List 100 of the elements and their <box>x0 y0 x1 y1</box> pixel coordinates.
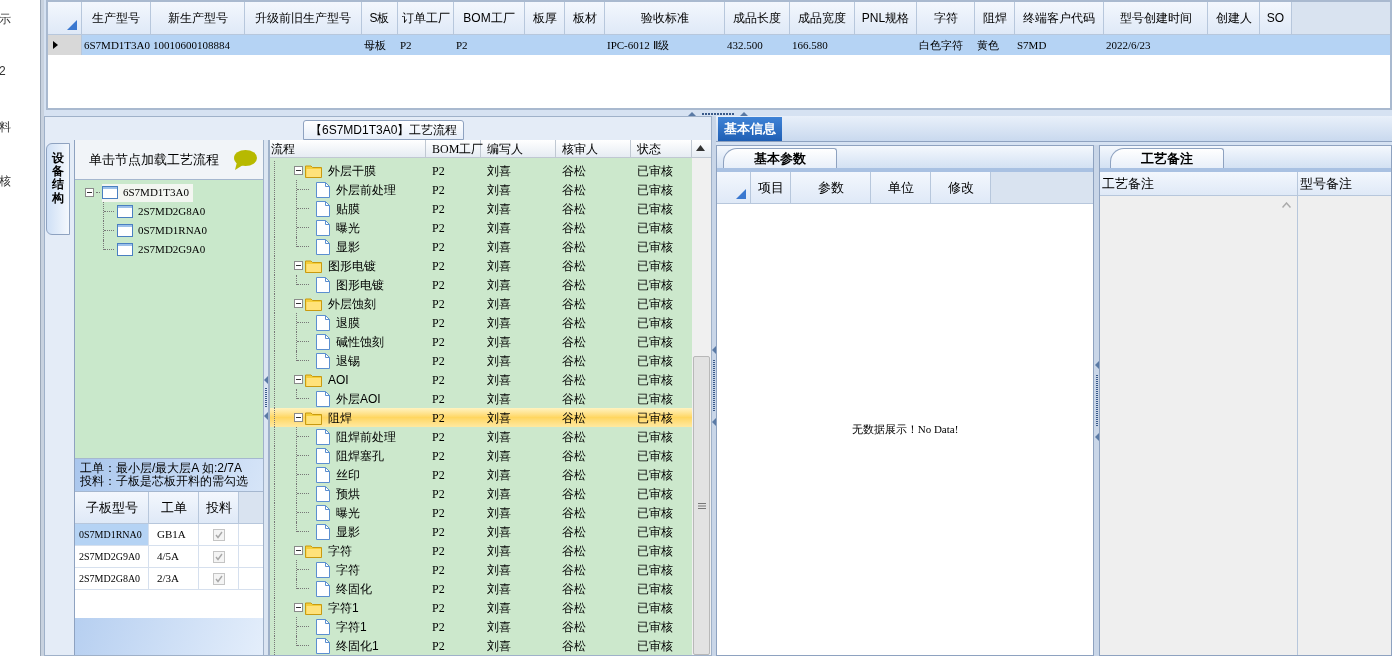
flow-step-label[interactable]: 字符 <box>327 541 353 560</box>
flow-step-label[interactable]: 丝印 <box>335 465 361 484</box>
flow-step-label[interactable]: 显影 <box>335 522 361 541</box>
flow-step-label[interactable]: 显影 <box>335 237 361 256</box>
splitter-grip-icon[interactable] <box>1094 360 1099 441</box>
document-icon <box>316 314 330 331</box>
checkbox[interactable] <box>212 528 225 541</box>
column-header[interactable]: 创建人 <box>1208 2 1260 34</box>
table-cell: 谷松 <box>562 581 586 596</box>
vertical-tab[interactable]: 设备结构 <box>46 143 70 235</box>
flow-step-label[interactable]: 图形电镀 <box>335 275 385 294</box>
flow-step-label[interactable]: 字符1 <box>327 598 360 617</box>
flow-step-label[interactable]: 曝光 <box>335 218 361 237</box>
grid-row[interactable]: 6S7MD1T3A0 10010600108884 母板 P2 P2 IPC-6012 Ⅱ级 432.500 166.580 白色字符 黄色 S7MD 2022/6/23 <box>48 35 1390 55</box>
column-header[interactable]: 终端客户代码 <box>1015 2 1104 34</box>
table-cell[interactable]: 0S7MD1RNA0 <box>75 524 149 545</box>
column-header[interactable]: 单位 <box>871 172 931 203</box>
flow-step-label[interactable]: 字符1 <box>335 617 368 636</box>
column-header[interactable]: 阻焊 <box>975 2 1015 34</box>
flow-step-label[interactable]: 终固化1 <box>335 636 380 655</box>
tree-node[interactable]: 2S7MD2G8A0 <box>117 202 210 221</box>
column-header[interactable]: 型号备注 <box>1298 172 1392 195</box>
column-header[interactable]: 验收标准 <box>605 2 725 34</box>
collapse-icon[interactable] <box>294 603 303 612</box>
flow-step-label[interactable]: 退膜 <box>335 313 361 332</box>
splitter-grip-icon[interactable] <box>688 111 748 116</box>
column-header[interactable]: 板厚 <box>525 2 565 34</box>
document-icon <box>316 181 330 198</box>
column-header[interactable]: 成品宽度 <box>790 2 855 34</box>
checkbox[interactable] <box>212 572 225 585</box>
checkbox[interactable] <box>212 550 225 563</box>
flow-step-label[interactable]: 外层AOI <box>335 389 382 408</box>
grid-row[interactable]: 0S7MD1RNA0 GB1A <box>75 524 263 546</box>
collapse-icon[interactable] <box>294 166 303 175</box>
process-flow-tab[interactable]: 【6S7MD1T3A0】工艺流程 <box>303 120 465 140</box>
column-header[interactable]: BOM工厂 <box>454 2 525 34</box>
tree-node[interactable]: 2S7MD2G9A0 <box>117 240 210 259</box>
scroll-up-icon[interactable] <box>696 145 705 151</box>
collapse-icon[interactable] <box>294 261 303 270</box>
table-cell: 刘喜 <box>487 619 511 634</box>
collapse-icon[interactable] <box>294 413 303 422</box>
column-header[interactable]: 生产型号 <box>82 2 151 34</box>
column-header[interactable]: BOM工厂 <box>426 140 481 157</box>
table-cell: 谷松 <box>562 163 586 178</box>
table-cell[interactable]: 2S7MD2G8A0 <box>75 568 149 589</box>
table-cell: P2 <box>432 353 445 368</box>
flow-step-label[interactable]: 曝光 <box>335 503 361 522</box>
table-cell: 谷松 <box>562 372 586 387</box>
column-header[interactable]: PNL规格 <box>855 2 917 34</box>
document-icon <box>316 238 330 255</box>
table-cell: 刘喜 <box>487 163 511 178</box>
flow-step-label[interactable]: 阻焊塞孔 <box>335 446 385 465</box>
column-header[interactable]: 工单 <box>149 492 199 523</box>
column-header[interactable]: 型号创建时间 <box>1104 2 1208 34</box>
grid-row[interactable]: 2S7MD2G8A0 2/3A <box>75 568 263 590</box>
collapse-icon[interactable] <box>294 375 303 384</box>
collapse-icon[interactable] <box>85 188 94 197</box>
column-header[interactable]: 工艺备注 <box>1100 172 1298 195</box>
table-cell: 谷松 <box>562 182 586 197</box>
flow-step-label[interactable]: 阻焊前处理 <box>335 427 397 446</box>
flow-step-label[interactable]: 图形电镀 <box>327 256 377 275</box>
flow-step-label[interactable]: 贴膜 <box>335 199 361 218</box>
column-header[interactable]: 状态 <box>631 140 692 157</box>
flow-step-label[interactable]: 外层蚀刻 <box>327 294 377 313</box>
column-header[interactable]: 流程 <box>270 140 426 157</box>
table-cell-text: 母板 <box>364 37 386 53</box>
menu-label[interactable]: 2 <box>0 62 40 78</box>
column-header[interactable]: 核审人 <box>556 140 631 157</box>
column-header[interactable]: 订单工厂 <box>398 2 454 34</box>
flow-step-label[interactable]: 外层前处理 <box>335 180 397 199</box>
column-header[interactable]: 项目 <box>751 172 791 203</box>
column-header[interactable]: 子板型号 <box>75 492 149 523</box>
info-tab[interactable]: 基本信息 <box>718 117 782 141</box>
column-header[interactable]: 新生产型号 <box>151 2 245 34</box>
flow-step-label[interactable]: AOI <box>327 370 350 389</box>
grid-row[interactable]: 2S7MD2G9A0 4/5A <box>75 546 263 568</box>
flow-step-label[interactable]: 终固化 <box>335 579 373 598</box>
column-header[interactable]: 字符 <box>917 2 975 34</box>
column-header[interactable]: S板 <box>362 2 398 34</box>
params-tab[interactable]: 基本参数 <box>723 148 837 168</box>
column-header[interactable]: 参数 <box>791 172 871 203</box>
column-header[interactable]: 升级前旧生产型号 <box>245 2 362 34</box>
flow-step-label[interactable]: 碱性蚀刻 <box>335 332 385 351</box>
flow-step-label[interactable]: 退锡 <box>335 351 361 370</box>
tree-node[interactable]: 0S7MD1RNA0 <box>117 221 212 240</box>
flow-step-label[interactable]: 阻焊 <box>327 408 353 427</box>
splitter-grip-icon[interactable] <box>712 346 716 426</box>
menu-label[interactable]: 示 <box>0 10 40 26</box>
table-cell: 已审核 <box>637 220 673 235</box>
collapse-icon[interactable] <box>294 299 303 308</box>
remarks-tab[interactable]: 工艺备注 <box>1110 148 1224 168</box>
flow-step-label[interactable]: 字符 <box>335 560 361 579</box>
flow-step-label[interactable]: 外层干膜 <box>327 161 377 180</box>
flow-step-label[interactable]: 预烘 <box>335 484 361 503</box>
collapse-icon[interactable] <box>294 546 303 555</box>
column-header[interactable]: 板材 <box>565 2 605 34</box>
splitter-grip-icon[interactable] <box>264 375 268 420</box>
tree-node[interactable]: 6S7MD1T3A0 <box>102 183 193 202</box>
column-header[interactable]: 成品长度 <box>725 2 790 34</box>
table-cell[interactable]: 2S7MD2G9A0 <box>75 546 149 567</box>
